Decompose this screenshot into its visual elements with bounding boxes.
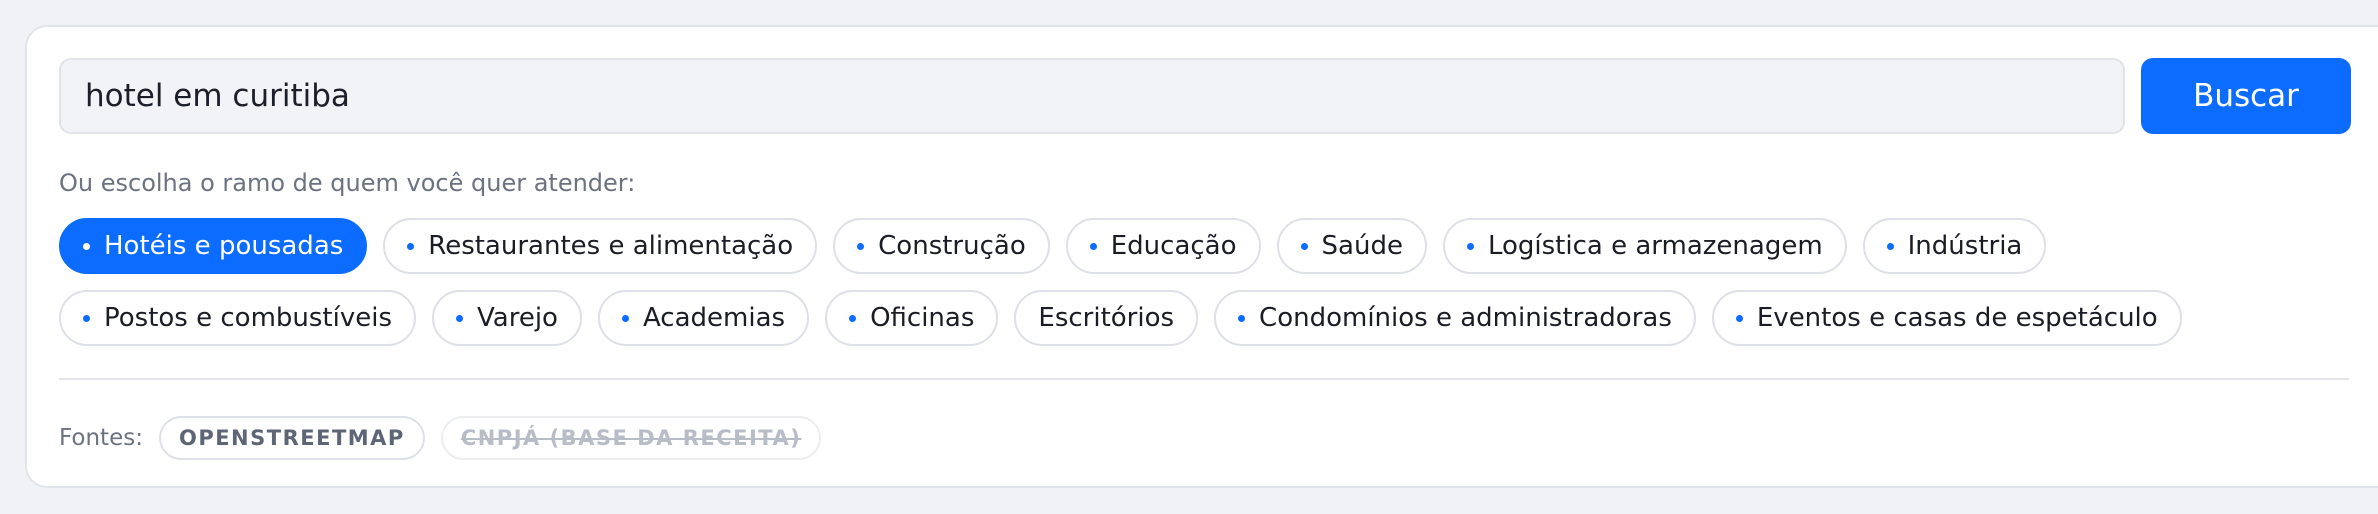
chip-construcao[interactable]: Construção <box>833 218 1050 274</box>
bullet-icon <box>1238 314 1246 322</box>
source-tag-openstreetmap[interactable]: OPENSTREETMAP <box>158 416 425 460</box>
chip-logistica-e-armazenagem[interactable]: Logística e armazenagem <box>1442 218 1847 274</box>
bullet-icon <box>857 242 865 250</box>
chip-label: Educação <box>1110 231 1237 261</box>
search-card: Buscar Ou escolha o ramo de quem você qu… <box>25 25 2378 488</box>
chip-eventos-e-casas-de-espetaculo[interactable]: Eventos e casas de espetáculo <box>1711 290 2182 346</box>
bullet-icon <box>621 314 629 322</box>
sources-row: Fontes: OPENSTREETMAP CNPJÁ (BASE DA REC… <box>59 416 822 460</box>
chip-restaurantes-e-alimentacao[interactable]: Restaurantes e alimentação <box>383 218 818 274</box>
chip-label: Academias <box>642 303 786 333</box>
chip-label: Escritórios <box>1038 303 1175 333</box>
chip-label: Hotéis e pousadas <box>104 231 344 261</box>
bullet-icon <box>83 314 90 322</box>
chip-oficinas[interactable]: Oficinas <box>825 290 999 346</box>
chip-label: Postos e combustíveis <box>104 303 393 333</box>
bullet-icon <box>849 314 857 322</box>
bullet-icon <box>407 242 415 250</box>
chip-escritorios[interactable]: Escritórios <box>1014 290 1199 346</box>
branch-chips: Hotéis e pousadas Restaurantes e aliment… <box>59 218 2349 346</box>
chip-label: Oficinas <box>870 303 975 333</box>
chip-label: Condomínios e administradoras <box>1259 303 1672 333</box>
chip-saude[interactable]: Saúde <box>1276 218 1427 274</box>
search-button[interactable]: Buscar <box>2141 58 2351 134</box>
bullet-icon <box>1466 242 1474 250</box>
chip-varejo[interactable]: Varejo <box>432 290 582 346</box>
bullet-icon <box>1735 314 1743 322</box>
bullet-icon <box>83 242 90 250</box>
search-row: Buscar <box>59 58 2351 134</box>
chip-postos-e-combustiveis[interactable]: Postos e combustíveis <box>59 290 417 346</box>
source-tag-cnpja: CNPJÁ (BASE DA RECEITA) <box>440 416 822 460</box>
chip-label: Indústria <box>1907 231 2023 261</box>
bullet-icon <box>1089 242 1097 250</box>
chip-label: Construção <box>878 231 1026 261</box>
branch-prompt: Ou escolha o ramo de quem você quer aten… <box>59 169 636 197</box>
bullet-icon <box>1300 242 1308 250</box>
sources-label: Fontes: <box>59 425 143 451</box>
search-input[interactable] <box>59 58 2125 134</box>
chip-condominios-e-administradoras[interactable]: Condomínios e administradoras <box>1214 290 1696 346</box>
divider <box>59 378 2349 380</box>
chip-label: Logística e armazenagem <box>1487 231 1823 261</box>
chip-industria[interactable]: Indústria <box>1862 218 2047 274</box>
bullet-icon <box>1886 242 1894 250</box>
chip-label: Eventos e casas de espetáculo <box>1756 303 2158 333</box>
chip-label: Restaurantes e alimentação <box>428 231 794 261</box>
bullet-icon <box>456 314 464 322</box>
chip-label: Saúde <box>1321 231 1403 261</box>
chip-educacao[interactable]: Educação <box>1065 218 1261 274</box>
chip-hoteis-e-pousadas[interactable]: Hotéis e pousadas <box>59 218 368 274</box>
chip-label: Varejo <box>477 303 558 333</box>
chip-academias[interactable]: Academias <box>597 290 810 346</box>
